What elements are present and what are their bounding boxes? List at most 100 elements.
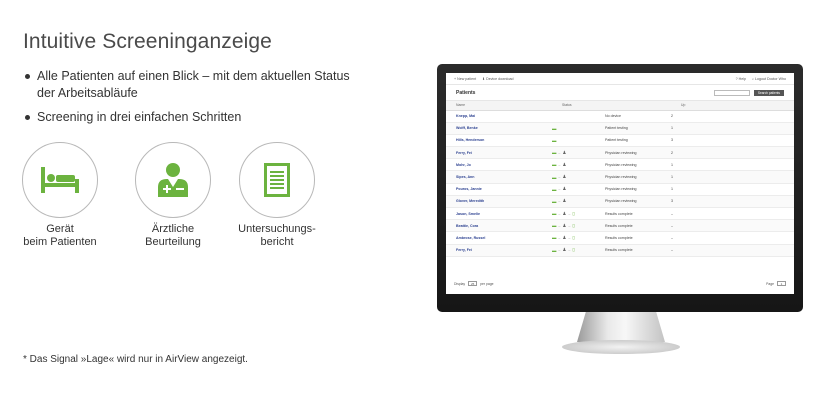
status-connector: –: [558, 162, 561, 167]
step-review-label: Ärztliche Beurteilung: [145, 223, 201, 248]
doctor-icon: ♟: [562, 234, 567, 240]
step-device: Gerät beim Patienten: [12, 142, 108, 249]
up-count: –: [671, 231, 794, 245]
table-row[interactable]: Knepp, Mai No device 2: [446, 110, 794, 123]
patients-table: Name Status Up Knepp, Mai No device 2 Wolff…: [446, 101, 794, 257]
status-symbols: ▬ – ♟ – ▯: [552, 219, 605, 233]
patient-name-link[interactable]: Mohr, Jo: [446, 158, 552, 172]
doctor-icon: [158, 163, 188, 197]
table-row[interactable]: Glover, Meredith ▬ – ♟ Physician reviewing 3: [446, 195, 794, 209]
status-symbol-group: ▬ – ♟: [552, 150, 566, 156]
patient-name-link[interactable]: Knepp, Mai: [446, 110, 552, 123]
step-device-label: Gerät beim Patienten: [23, 223, 97, 248]
status-symbol-group: ▬ – ♟: [552, 198, 566, 204]
device-icon: ▬: [552, 150, 557, 156]
up-count: 1: [671, 122, 794, 135]
device-icon: ▬: [552, 174, 557, 180]
device-icon: ▬: [552, 211, 557, 217]
patient-name-link[interactable]: Ferry, Fei: [446, 146, 552, 160]
up-count: 1: [671, 158, 794, 172]
per-page-label: per page: [480, 281, 494, 286]
doctor-icon: ♟: [562, 186, 567, 192]
up-count: –: [671, 207, 794, 221]
doctor-icon: ♟: [562, 161, 567, 167]
patient-name-link[interactable]: Wolff, Benke: [446, 122, 552, 135]
status-symbols: ▬ – ♟ – ▯: [552, 244, 605, 257]
column-status[interactable]: Status: [552, 101, 605, 111]
status-symbol-group: ▬ – ♟: [552, 174, 566, 180]
help-link[interactable]: ? Help: [736, 77, 746, 81]
page-select[interactable]: 1: [777, 281, 786, 286]
status-text: Physician reviewing: [605, 183, 671, 196]
table-row[interactable]: Ferry, Fei ▬ – ♟ – ▯ Results complete –: [446, 244, 794, 257]
new-patient-link[interactable]: + New patient: [454, 77, 476, 81]
device-icon: ▬: [552, 162, 557, 168]
status-symbols: ▬: [552, 134, 605, 148]
monitor-stand-base: [562, 340, 680, 354]
table-row[interactable]: Mohr, Jo ▬ – ♟ Physician reviewing 1: [446, 158, 794, 172]
up-count: –: [671, 244, 794, 257]
device-download-link[interactable]: ⬇ Device download: [482, 77, 513, 81]
report-icon: ▯: [572, 234, 575, 240]
feature-bullet-steps: Screening in drei einfachen Schritten: [24, 109, 354, 126]
up-count: 2: [671, 146, 794, 160]
device-icon: ▬: [552, 186, 557, 192]
status-connector: –: [568, 211, 571, 216]
status-symbol-group: ▬ – ♟ – ▯: [552, 211, 575, 217]
feature-bullet-overview: Alle Patienten auf einen Blick – mit dem…: [24, 68, 354, 102]
patient-name-link[interactable]: Ferry, Fei: [446, 244, 552, 257]
patient-name-link[interactable]: Jason, Smelie: [446, 207, 552, 221]
status-symbols: [552, 110, 605, 123]
patients-table-body: Knepp, Mai No device 2 Wolff, Benke ▬ Patient…: [446, 110, 794, 257]
screen-page-title: Patients: [456, 89, 476, 96]
table-row[interactable]: Beattie, Cora ▬ – ♟ – ▯ Results complete –: [446, 219, 794, 233]
table-header-row: Name Status Up: [446, 101, 794, 111]
device-icon: ▬: [552, 137, 557, 143]
status-symbols: ▬ – ♟: [552, 170, 605, 184]
status-connector: –: [558, 223, 561, 228]
status-connector: –: [558, 235, 561, 240]
patient-name-link[interactable]: Glover, Meredith: [446, 195, 552, 209]
status-connector: –: [558, 175, 561, 180]
status-symbols: ▬ – ♟: [552, 195, 605, 209]
table-row[interactable]: Jason, Smelie ▬ – ♟ – ▯ Results complete –: [446, 207, 794, 221]
step-device-circle: [22, 142, 98, 218]
patient-name-link[interactable]: Beattie, Cora: [446, 219, 552, 233]
doctor-icon: ♟: [562, 210, 567, 216]
status-symbol-group: ▬ – ♟: [552, 162, 566, 168]
search-patients-button[interactable]: Search patients: [753, 89, 784, 96]
column-name[interactable]: Name: [446, 101, 552, 111]
screen-header: Patients Search patients: [446, 85, 794, 101]
report-icon: [264, 163, 290, 197]
doctor-icon: ♟: [562, 149, 567, 155]
patient-name-link[interactable]: Ambrose, Russel: [446, 231, 552, 245]
up-count: 3: [671, 134, 794, 148]
patient-search-input[interactable]: [713, 89, 750, 96]
device-icon: ▬: [552, 235, 557, 241]
patient-name-link[interactable]: Sipes, Ann: [446, 170, 552, 184]
status-symbols: ▬ – ♟: [552, 158, 605, 172]
device-icon: ▬: [552, 247, 557, 253]
table-row[interactable]: Hills, Henderson ▬ Patient testing 3: [446, 134, 794, 148]
status-connector: –: [558, 150, 561, 155]
monitor-stand-neck: [577, 312, 665, 342]
column-up[interactable]: Up: [671, 101, 794, 111]
up-count: 1: [671, 170, 794, 184]
table-row[interactable]: Wolff, Benke ▬ Patient testing 1: [446, 122, 794, 135]
status-symbol-group: ▬ – ♟ – ▯: [552, 223, 575, 229]
table-row[interactable]: Ambrose, Russel ▬ – ♟ – ▯ Results complete –: [446, 231, 794, 245]
up-count: –: [671, 219, 794, 233]
up-count: 2: [671, 110, 794, 123]
table-row[interactable]: Sipes, Ann ▬ – ♟ Physician reviewing 1: [446, 170, 794, 184]
patient-name-link[interactable]: Hills, Henderson: [446, 134, 552, 148]
logout-link[interactable]: ⌕ Logout Doctor Who: [752, 77, 786, 81]
table-row[interactable]: Ferry, Fei ▬ – ♟ Physician reviewing 2: [446, 146, 794, 160]
status-symbol-group: ▬: [552, 126, 556, 131]
step-report: Untersuchungs- bericht: [229, 142, 325, 249]
patient-name-link[interactable]: Pouros, Jannie: [446, 183, 552, 196]
table-row[interactable]: Pouros, Jannie ▬ – ♟ Physician reviewing 1: [446, 183, 794, 196]
step-report-circle: [239, 142, 315, 218]
table-footer: Display 25 per page Page 1: [446, 279, 794, 288]
status-symbol-group: ▬ – ♟ – ▯: [552, 235, 575, 241]
per-page-select[interactable]: 25: [468, 281, 478, 286]
